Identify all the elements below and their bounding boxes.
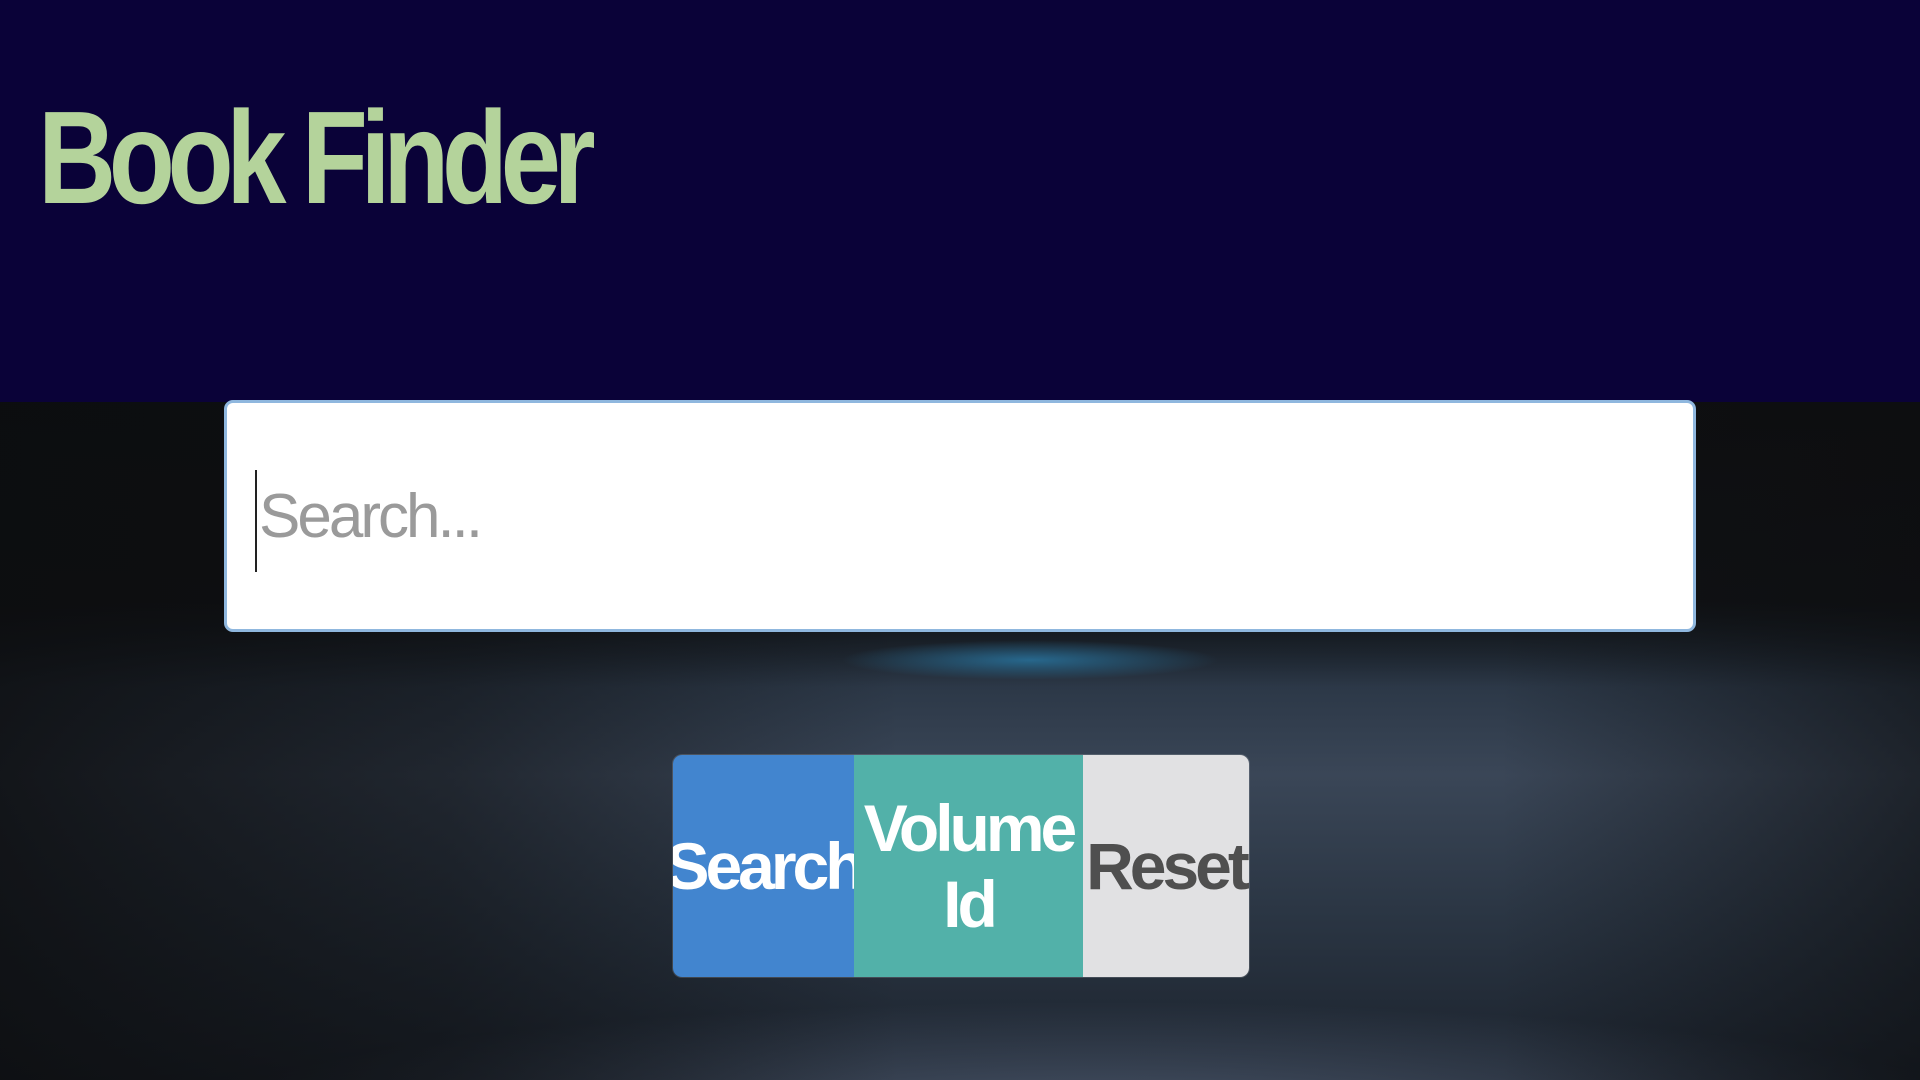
search-field[interactable] xyxy=(224,400,1696,632)
book-finder-page: Book Finder Search Volume Id Reset xyxy=(0,0,1920,1080)
background-water-glow xyxy=(840,640,1220,680)
text-cursor xyxy=(255,470,257,572)
reset-button[interactable]: Reset xyxy=(1083,755,1249,977)
app-title: Book Finder xyxy=(38,84,596,231)
search-button[interactable]: Search xyxy=(673,755,866,977)
search-input[interactable] xyxy=(259,403,1693,629)
action-button-group: Search Volume Id Reset xyxy=(673,755,1249,977)
volume-id-button[interactable]: Volume Id xyxy=(854,755,1083,977)
app-header: Book Finder xyxy=(0,0,1920,402)
